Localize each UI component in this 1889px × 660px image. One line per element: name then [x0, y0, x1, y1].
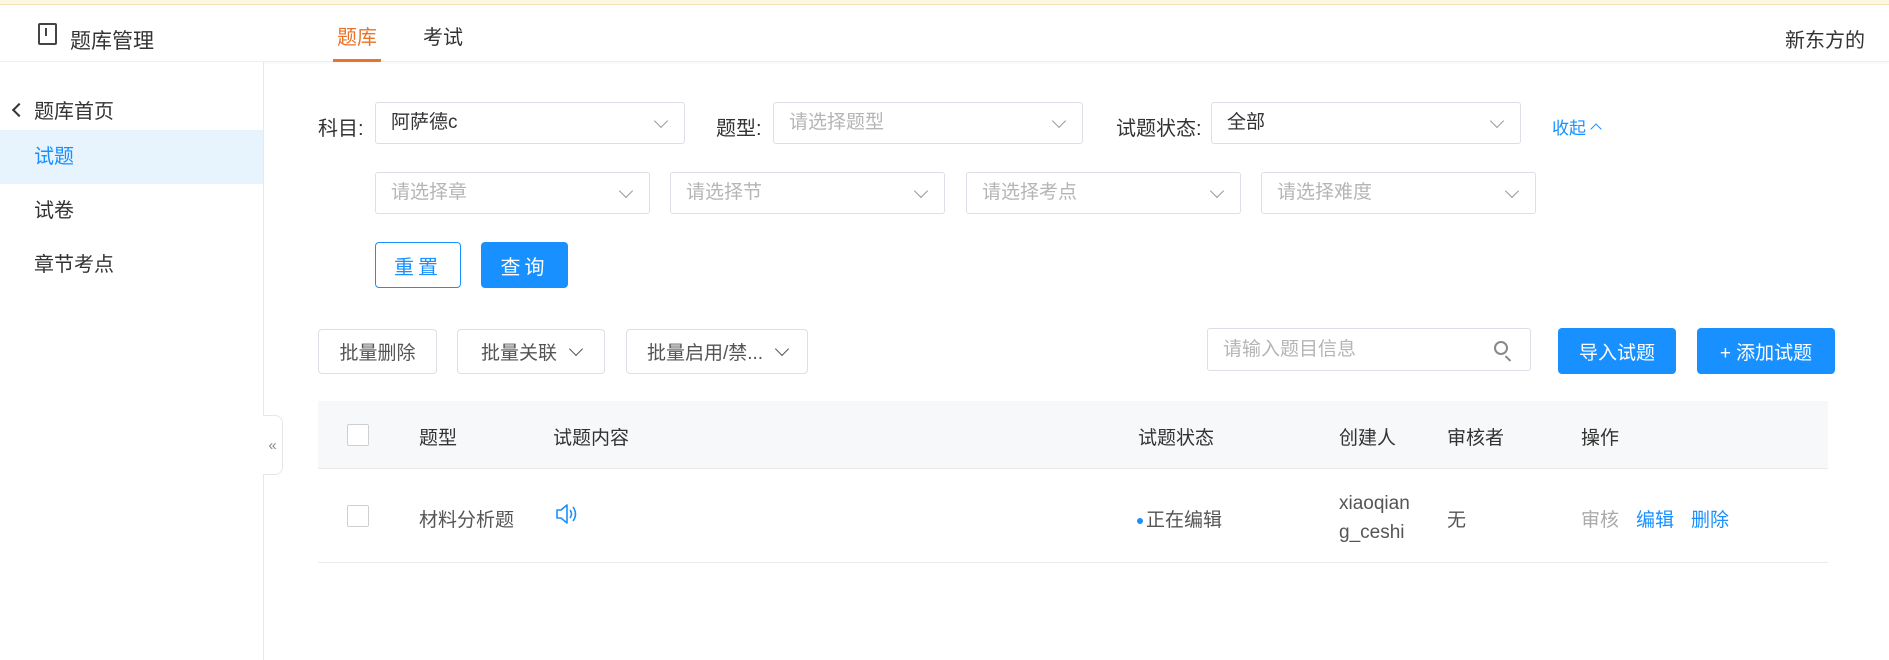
chevron-down-icon [1489, 113, 1505, 129]
batch-link-label: 批量关联 [480, 343, 557, 364]
chevron-down-icon [1051, 113, 1067, 129]
difficulty-placeholder: 请选择难度 [1277, 182, 1373, 203]
select-all-checkbox[interactable] [347, 424, 369, 446]
chapter-placeholder: 请选择章 [391, 182, 468, 203]
reset-button[interactable]: 重置 [375, 242, 461, 288]
row-question-type: 材料分析题 [419, 510, 515, 531]
table-header: 题型 试题内容 试题状态 创建人 审核者 操作 [318, 401, 1828, 469]
section-select[interactable]: 请选择节 [670, 172, 945, 214]
difficulty-select[interactable]: 请选择难度 [1261, 172, 1536, 214]
batch-toggle-label: 批量启用/禁... [646, 343, 764, 364]
chapter-select[interactable]: 请选择章 [375, 172, 650, 214]
column-header-reviewer: 审核者 [1447, 428, 1505, 449]
tab-exam[interactable]: 考试 [423, 21, 463, 62]
chevron-down-icon [774, 341, 790, 356]
import-questions-button[interactable]: 导入试题 [1558, 328, 1676, 374]
column-header-type: 题型 [419, 428, 458, 449]
column-header-creator: 创建人 [1339, 428, 1397, 449]
row-status: 正在编辑 [1137, 505, 1222, 532]
subject-select[interactable]: 阿萨德c [375, 102, 685, 144]
tab-question-bank[interactable]: 题库 [333, 21, 381, 62]
chevron-down-icon [1504, 183, 1520, 199]
back-to-bank-home[interactable]: 题库首页 [10, 95, 114, 124]
review-action[interactable]: 审核 [1581, 505, 1619, 532]
edit-action[interactable]: 编辑 [1636, 505, 1674, 532]
add-question-button[interactable]: + 添加试题 [1697, 328, 1835, 374]
status-dot-icon [1137, 517, 1143, 524]
double-chevron-left-icon: « [268, 436, 277, 454]
type-select[interactable]: 请选择题型 [773, 102, 1083, 144]
chevron-down-icon [568, 341, 584, 356]
status-select[interactable]: 全部 [1211, 102, 1521, 144]
chevron-up-icon [1590, 123, 1602, 135]
collapse-filters-link[interactable]: 收起 [1552, 114, 1602, 139]
sidebar-item-papers[interactable]: 试卷 [0, 184, 263, 238]
type-placeholder: 请选择题型 [789, 112, 885, 133]
table-row: 材料分析题 正在编辑 xiaoqian g_ceshi 无 审核 编辑 删除 [318, 469, 1828, 563]
collapse-label: 收起 [1552, 119, 1586, 138]
chevron-down-icon [913, 183, 929, 199]
row-checkbox[interactable] [347, 505, 369, 527]
column-header-status: 试题状态 [1138, 428, 1215, 449]
row-creator: xiaoqian g_ceshi [1339, 489, 1410, 547]
delete-action[interactable]: 删除 [1691, 505, 1729, 532]
status-label: 试题状态: [1116, 118, 1202, 140]
batch-link-dropdown[interactable]: 批量关联 [457, 329, 605, 374]
column-header-content: 试题内容 [553, 428, 630, 449]
chevron-down-icon [618, 183, 634, 199]
chevron-down-icon [1209, 183, 1225, 199]
speaker-icon[interactable] [555, 503, 579, 531]
user-name[interactable]: 新东方的 [1785, 24, 1865, 53]
top-header: 题库管理 题库 考试 新东方的 [0, 5, 1889, 62]
question-search-input[interactable]: 请输入题目信息 [1207, 328, 1531, 371]
search-icon[interactable] [1494, 341, 1508, 355]
subject-value: 阿萨德c [391, 112, 458, 133]
sidebar-item-questions[interactable]: 试题 [0, 130, 263, 184]
search-placeholder: 请输入题目信息 [1223, 339, 1357, 360]
subject-label: 科目: [318, 118, 364, 140]
sidebar-collapse-handle[interactable]: « [263, 415, 283, 475]
type-label: 题型: [716, 118, 762, 140]
row-creator-line2: g_ceshi [1339, 522, 1405, 543]
back-label: 题库首页 [34, 101, 114, 123]
chevron-left-icon [11, 102, 27, 117]
column-header-actions: 操作 [1581, 428, 1620, 449]
section-placeholder: 请选择节 [686, 182, 763, 203]
question-bank-icon [38, 23, 57, 45]
batch-delete-button[interactable]: 批量删除 [318, 329, 437, 374]
point-placeholder: 请选择考点 [982, 182, 1078, 203]
batch-toggle-dropdown[interactable]: 批量启用/禁... [626, 329, 808, 374]
knowledge-point-select[interactable]: 请选择考点 [966, 172, 1241, 214]
row-reviewer: 无 [1447, 510, 1467, 531]
row-creator-line1: xiaoqian [1339, 493, 1410, 514]
sidebar-item-chapters[interactable]: 章节考点 [0, 238, 263, 292]
query-button[interactable]: 查询 [481, 242, 568, 288]
status-value: 全部 [1227, 112, 1266, 133]
sidebar: 题库首页 试题 试卷 章节考点 [0, 62, 264, 660]
row-status-text: 正在编辑 [1146, 510, 1223, 531]
app-title: 题库管理 [70, 30, 154, 53]
chevron-down-icon [653, 113, 669, 129]
